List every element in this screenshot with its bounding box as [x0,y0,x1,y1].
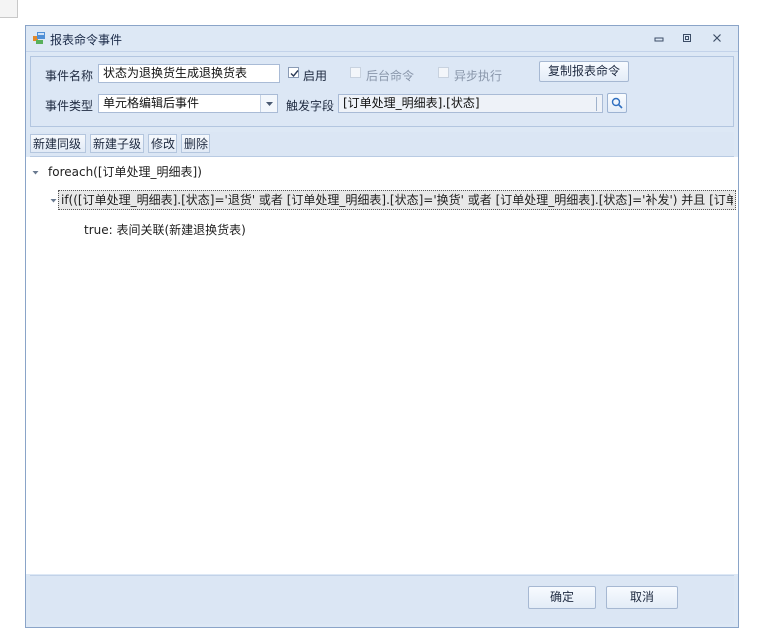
search-button[interactable] [607,93,627,113]
input-divider [596,97,597,111]
event-type-value: 单元格编辑后事件 [103,96,200,110]
app-icon [33,32,45,44]
maximize-icon [683,34,691,42]
tree-node-label: if(([订单处理_明细表].[状态]='退货' 或者 [订单处理_明细表].[… [61,193,733,207]
async-execute-label: 异步执行 [454,69,503,83]
edit-button[interactable]: 修改 [148,134,177,153]
enable-label: 启用 [303,69,328,83]
tree-toolbar: 新建同级 新建子级 修改 删除 [30,132,734,157]
search-icon [611,97,623,109]
dialog-window: 报表命令事件 事件名称 状态为退换货生成退换货表 启用 后台命令 异步执行 复制… [25,25,739,628]
collapse-icon[interactable] [50,197,57,204]
event-type-select[interactable]: 单元格编辑后事件 [98,94,278,113]
cancel-button[interactable]: 取消 [606,586,678,609]
tree-node-true-branch[interactable]: true: 表间关联(新建退换货表) [26,220,738,240]
trigger-field-label: 触发字段 [286,99,335,113]
dropdown-button[interactable] [260,95,277,112]
close-icon [713,34,721,42]
dialog-footer: 确定 取消 [30,575,734,624]
background-command-checkbox[interactable] [350,67,361,78]
checkmark-icon [290,70,299,78]
minimize-icon [654,37,664,42]
event-settings-panel: 事件名称 状态为退换货生成退换货表 启用 后台命令 异步执行 复制报表命令 事件… [30,56,734,127]
window-title: 报表命令事件 [50,33,123,47]
async-execute-checkbox[interactable] [438,67,449,78]
event-name-label: 事件名称 [45,69,94,83]
tree-node-root[interactable]: foreach([订单处理_明细表]) [26,162,738,182]
tree-node-condition[interactable]: if(([订单处理_明细表].[状态]='退货' 或者 [订单处理_明细表].[… [58,190,736,210]
enable-checkbox[interactable] [288,67,299,78]
event-type-label: 事件类型 [45,99,94,113]
trigger-field-input[interactable]: [订单处理_明细表].[状态] [338,94,603,113]
new-child-button[interactable]: 新建子级 [90,134,144,153]
title-bar: 报表命令事件 [26,26,738,52]
desktop-corner [0,0,18,18]
delete-button[interactable]: 删除 [181,134,210,153]
tree-node-label: foreach([订单处理_明细表]) [48,165,202,179]
new-sibling-button[interactable]: 新建同级 [30,134,86,153]
close-button[interactable] [708,30,726,46]
chevron-down-icon [265,101,273,106]
background-command-label: 后台命令 [366,69,415,83]
copy-report-command-button[interactable]: 复制报表命令 [539,61,629,82]
collapse-icon[interactable] [32,169,39,176]
maximize-button[interactable] [678,30,696,46]
event-name-input[interactable]: 状态为退换货生成退换货表 [98,64,280,83]
ok-button[interactable]: 确定 [528,586,596,609]
minimize-button[interactable] [650,30,668,46]
command-tree: foreach([订单处理_明细表]) if(([订单处理_明细表].[状态]=… [26,157,738,574]
tree-node-label: true: 表间关联(新建退换货表) [84,223,246,237]
